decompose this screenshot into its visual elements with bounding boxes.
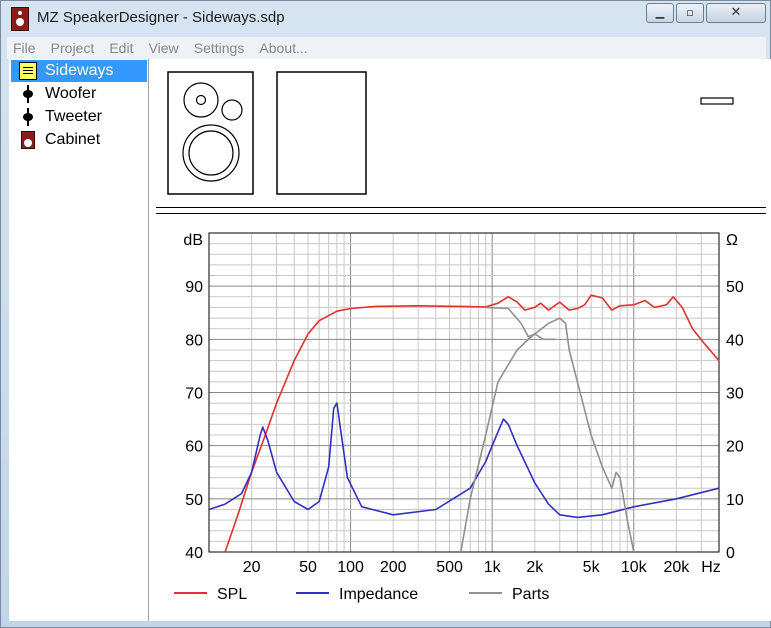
divider [156,213,766,214]
side-view-box[interactable] [276,71,367,195]
x-tick-label: 20 [243,559,261,576]
x-tick-label: 20k [663,559,690,576]
menu-settings[interactable]: Settings [190,37,249,59]
x-tick-label: 200 [380,559,407,576]
y-axis-label-right: Ω [726,232,738,249]
frequency-chart: 40 50 60 70 80 90 dB 0 10 20 30 40 50 Ω 20 50 100 200 500 1… [174,232,744,603]
app-window: MZ SpeakerDesigner - Sideways.sdp ▁ ▫ ✕ … [0,0,771,628]
close-button[interactable]: ✕ [706,3,766,23]
driver-icon [19,85,37,103]
tree-item-label: Sideways [45,62,114,79]
y-tick-label-left: 70 [185,386,203,403]
chart-legend: SPL Impedance Parts [174,586,549,603]
x-tick-label: 500 [436,559,463,576]
legend-label: Impedance [339,586,418,603]
y-tick-label-left: 40 [185,545,203,562]
y-tick-label-right: 20 [726,439,744,456]
y-tick-label-right: 50 [726,279,744,296]
window-title: MZ SpeakerDesigner - Sideways.sdp [37,9,285,26]
x-tick-label: 10k [621,559,648,576]
y-axis-label-left: dB [183,232,203,249]
y-tick-label-right: 30 [726,386,744,403]
project-tree: Sideways Woofer Tweeter Cabinet [9,59,149,621]
y-tick-label-right: 0 [726,545,735,562]
scale-bar-icon[interactable] [700,97,734,105]
menu-project[interactable]: Project [47,37,99,59]
chart-grid [208,232,720,553]
y-tick-label-left: 50 [185,492,203,509]
speaker-app-icon [11,7,29,31]
minimize-button[interactable]: ▁ [646,3,674,23]
cabinet-icon [21,131,35,149]
y-tick-label-left: 90 [185,279,203,296]
x-tick-label: 100 [337,559,364,576]
document-icon [19,62,37,80]
front-view-box[interactable] [167,71,254,195]
tree-item-cabinet[interactable]: Cabinet [11,129,147,151]
x-tick-label: 50 [299,559,317,576]
x-tick-label: 5k [583,559,601,576]
title-bar[interactable]: MZ SpeakerDesigner - Sideways.sdp ▁ ▫ ✕ [1,1,770,35]
y-tick-label-right: 10 [726,492,744,509]
driver-icon [19,108,37,126]
menu-bar: File Project Edit View Settings About... [7,37,766,60]
y-tick-label-right: 40 [726,332,744,349]
legend-label: Parts [512,586,549,603]
menu-file[interactable]: File [9,37,40,59]
tree-item-label: Cabinet [45,131,101,148]
x-tick-label: 2k [526,559,544,576]
tree-item-label: Tweeter [45,108,102,125]
x-axis-unit: Hz [701,559,721,576]
x-tick-label: 1k [484,559,502,576]
y-tick-label-left: 80 [185,332,203,349]
cabinet-preview [167,71,734,195]
tree-item-tweeter[interactable]: Tweeter [11,106,147,128]
tree-item-woofer[interactable]: Woofer [11,83,147,105]
tree-item-sideways[interactable]: Sideways [11,60,147,82]
maximize-button[interactable]: ▫ [676,3,704,23]
menu-edit[interactable]: Edit [105,37,137,59]
tree-item-label: Woofer [45,85,97,102]
y-tick-label-left: 60 [185,439,203,456]
divider [156,207,766,208]
menu-view[interactable]: View [145,37,183,59]
menu-about[interactable]: About... [255,37,311,59]
legend-label: SPL [217,586,247,603]
